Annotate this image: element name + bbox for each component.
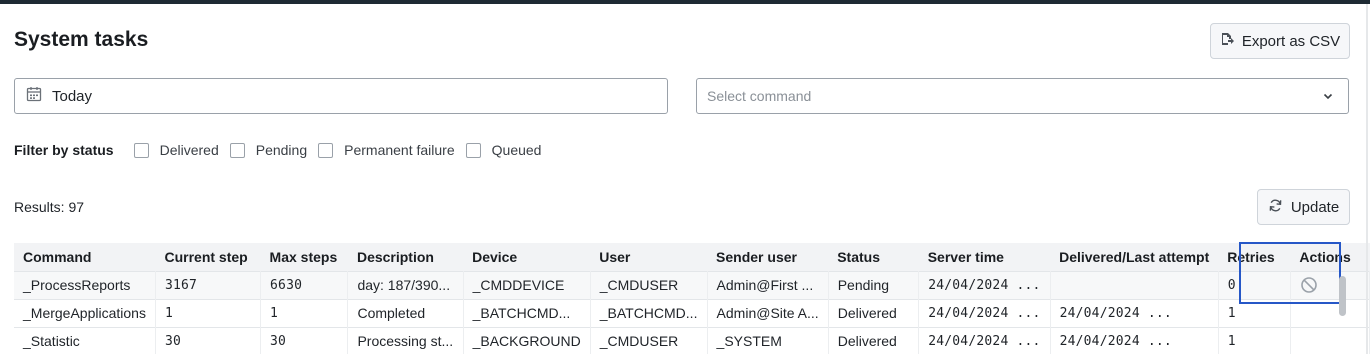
cell-delivered-last-attempt: 24/04/2024 ... <box>1050 298 1219 327</box>
status-checkbox-queued[interactable]: Queued <box>465 142 542 158</box>
status-option-label: Delivered <box>159 142 219 158</box>
status-option-label: Permanent failure <box>344 142 455 158</box>
export-file-icon <box>1220 32 1234 50</box>
update-button[interactable]: Update <box>1257 189 1350 225</box>
table-scrollbar[interactable] <box>1339 276 1346 316</box>
column-header-status[interactable]: Status <box>828 243 919 271</box>
command-select-placeholder: Select command <box>707 88 812 104</box>
status-option-label: Queued <box>491 142 542 158</box>
cell-user: _CMDUSER <box>590 270 708 299</box>
chevron-down-icon <box>1322 89 1334 105</box>
command-select[interactable]: Select command <box>696 78 1349 114</box>
table-row[interactable]: _Statistic 30 30 Processing st... _BACKG… <box>14 326 1370 354</box>
results-count: Results: 97 <box>14 199 85 215</box>
cell-delivered-last-attempt <box>1050 270 1219 299</box>
top-bar <box>0 0 1370 4</box>
cell-current-step: 3167 <box>155 270 262 299</box>
cell-status: Pending <box>828 270 920 299</box>
cell-status: Delivered <box>828 298 920 327</box>
page-title: System tasks <box>14 28 149 51</box>
cell-sender-user: Admin@Site A... <box>707 298 829 327</box>
cell-server-time: 24/04/2024 ... <box>918 298 1051 327</box>
cell-user: _CMDUSER <box>590 326 708 354</box>
date-filter-input[interactable]: Today <box>14 78 668 114</box>
cell-delivered-last-attempt: 24/04/2024 ... <box>1050 326 1219 354</box>
cell-device: _BACKGROUND <box>463 326 591 354</box>
status-filter-label: Filter by status <box>14 142 114 158</box>
checkbox[interactable] <box>318 142 334 158</box>
status-checkbox-delivered[interactable]: Delivered <box>133 142 219 158</box>
cell-device: _CMDDEVICE <box>463 270 591 299</box>
cell-sender-user: _SYSTEM <box>707 326 829 354</box>
status-checkbox-pending[interactable]: Pending <box>229 142 308 158</box>
table-row[interactable]: _ProcessReports 3167 6630 day: 187/390..… <box>14 270 1370 299</box>
actions-column-highlight <box>1239 242 1341 304</box>
cell-max-steps: 30 <box>260 326 349 354</box>
export-csv-label: Export as CSV <box>1241 32 1341 50</box>
cell-description: Processing st... <box>347 326 464 354</box>
column-header-max-steps[interactable]: Max steps <box>260 243 348 271</box>
table-header-row: Command Current step Max steps Descripti… <box>14 243 1370 271</box>
table-row[interactable]: _MergeApplications 1 1 Completed _BATCHC… <box>14 298 1370 327</box>
status-option-label: Pending <box>255 142 308 158</box>
cell-description: Completed <box>347 298 464 327</box>
cell-command: _MergeApplications <box>14 298 156 327</box>
update-label: Update <box>1290 198 1340 216</box>
tasks-table: Command Current step Max steps Descripti… <box>14 243 1370 354</box>
column-header-description[interactable]: Description <box>347 243 464 271</box>
cell-status: Delivered <box>828 326 920 354</box>
cell-max-steps: 6630 <box>260 270 349 299</box>
cell-current-step: 1 <box>155 298 262 327</box>
checkbox[interactable] <box>465 142 481 158</box>
column-header-current-step[interactable]: Current step <box>155 243 261 271</box>
cell-sender-user: Admin@First ... <box>707 270 829 299</box>
cell-max-steps: 1 <box>260 298 349 327</box>
checkbox[interactable] <box>229 142 245 158</box>
export-csv-button[interactable]: Export as CSV <box>1210 23 1350 59</box>
date-filter-value: Today <box>52 87 93 105</box>
cell-actions <box>1290 326 1370 354</box>
checkbox[interactable] <box>133 142 149 158</box>
window-edge <box>1366 4 1368 354</box>
column-header-device[interactable]: Device <box>463 243 591 271</box>
cell-retries: 1 <box>1218 326 1291 354</box>
cell-user: _BATCHCMD... <box>590 298 708 327</box>
cell-description: day: 187/390... <box>347 270 464 299</box>
cell-server-time: 24/04/2024 ... <box>918 270 1051 299</box>
column-header-sender-user[interactable]: Sender user <box>707 243 829 271</box>
column-header-command[interactable]: Command <box>14 243 156 271</box>
cell-command: _ProcessReports <box>14 270 156 299</box>
calendar-icon <box>26 86 42 106</box>
column-header-delivered-last-attempt[interactable]: Delivered/Last attempt <box>1050 243 1219 271</box>
cell-command: _Statistic <box>14 326 156 354</box>
column-header-user[interactable]: User <box>590 243 708 271</box>
column-header-server-time[interactable]: Server time <box>918 243 1051 271</box>
cell-current-step: 30 <box>155 326 262 354</box>
cell-device: _BATCHCMD... <box>463 298 591 327</box>
status-checkbox-permanent-failure[interactable]: Permanent failure <box>318 142 455 158</box>
cell-server-time: 24/04/2024 ... <box>918 326 1051 354</box>
status-filter: Filter by status Delivered Pending Perma… <box>14 142 552 158</box>
refresh-icon <box>1268 198 1283 217</box>
